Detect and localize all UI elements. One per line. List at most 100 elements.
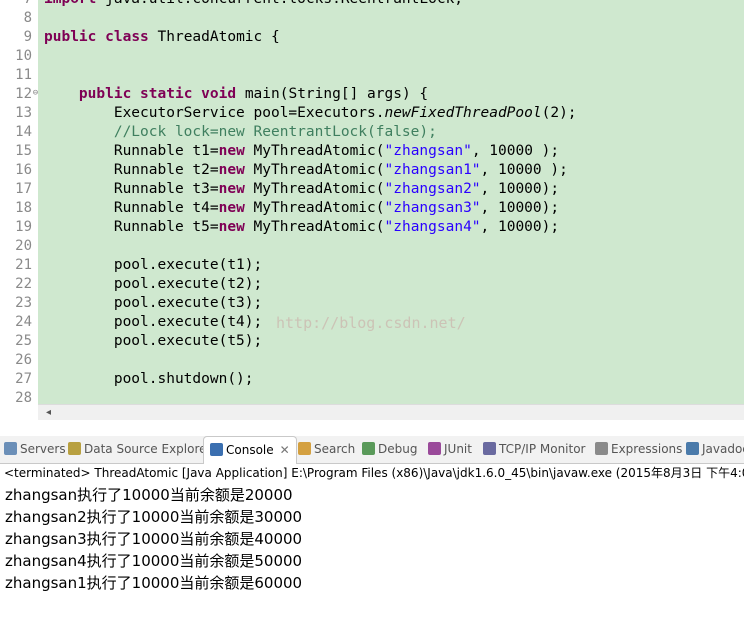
code-line: 28	[0, 389, 744, 404]
code-string: "zhangsan1"	[384, 162, 481, 178]
code-line: 26	[0, 351, 744, 370]
console-output[interactable]: zhangsan执行了10000当前余额是20000 zhangsan2执行了10…	[0, 484, 744, 627]
tab-label: TCP/IP Monitor	[499, 442, 586, 456]
code-text: ExecutorService pool=Executors.newFixedT…	[44, 104, 577, 123]
tab-servers[interactable]: Servers	[4, 436, 66, 463]
code-text: pool.execute(t4);	[44, 313, 262, 332]
line-number: 26	[15, 352, 32, 368]
line-number: 17	[15, 181, 32, 197]
code-text: public static void main(String[] args) {	[44, 85, 428, 104]
code-token: ThreadAtomic {	[148, 29, 280, 45]
line-number: 16	[15, 162, 32, 178]
javadoc-icon	[686, 442, 699, 455]
code-text: public class ThreadAtomic {	[44, 28, 280, 47]
code-line: 12 ⊖ public static void main(String[] arg…	[0, 85, 744, 104]
console-output-line: zhangsan2执行了10000当前余额是30000	[5, 508, 303, 526]
tab-data-source-explorer[interactable]: Data Source Explorer	[68, 436, 211, 463]
code-token: pool.shutdown();	[44, 371, 254, 387]
tab-tcp-ip-monitor[interactable]: TCP/IP Monitor	[483, 436, 586, 463]
fold-collapse-icon[interactable]: ⊖	[31, 89, 40, 98]
code-token: MyThreadAtomic(	[244, 219, 385, 235]
code-editor[interactable]: 7 import java.util.concurrent.locks.Reent…	[0, 0, 744, 404]
code-token: , 10000 );	[480, 162, 568, 178]
tab-label: Servers	[20, 442, 66, 456]
code-keyword: import	[44, 0, 105, 7]
code-line: 8	[0, 9, 744, 28]
code-line: 23 pool.execute(t3);	[0, 294, 744, 313]
code-token: , 10000 );	[471, 143, 560, 159]
tab-junit[interactable]: JUnit	[428, 436, 472, 463]
code-text: pool.execute(t2);	[44, 275, 262, 294]
code-token: pool.execute(t2);	[44, 276, 263, 292]
line-number: 23	[15, 295, 32, 311]
tab-label: Javadoc	[702, 442, 744, 456]
code-line: 27 pool.shutdown();	[0, 370, 744, 389]
code-token: , 10000);	[480, 200, 560, 216]
tab-debug[interactable]: Debug	[362, 436, 417, 463]
code-line: 22 pool.execute(t2);	[0, 275, 744, 294]
code-token: pool.execute(t1);	[44, 257, 263, 273]
code-line: 7 import java.util.concurrent.locks.Reent…	[0, 0, 744, 9]
line-number: 13	[15, 105, 32, 121]
code-line: 18 Runnable t4=new MyThreadAtomic("zhang…	[0, 199, 744, 218]
code-text: Runnable t3=new MyThreadAtomic("zhangsan…	[44, 180, 559, 199]
tab-console[interactable]: Console ✕	[203, 436, 297, 464]
line-number: 20	[15, 238, 32, 254]
code-token: pool.execute(t3);	[44, 295, 263, 311]
code-token: pool.execute(t5);	[44, 333, 263, 349]
tab-search[interactable]: Search	[298, 436, 355, 463]
code-token: Runnable t5=	[44, 219, 219, 235]
code-line: 16 Runnable t2=new MyThreadAtomic("zhang…	[0, 161, 744, 180]
horizontal-scrollbar[interactable]: ◂	[38, 404, 744, 421]
line-number: 12	[15, 86, 32, 102]
expressions-icon	[595, 442, 608, 455]
code-token: , 10000);	[480, 181, 560, 197]
code-string: "zhangsan2"	[384, 181, 481, 197]
code-text: pool.execute(t3);	[44, 294, 262, 313]
line-number: 21	[15, 257, 32, 273]
code-token: MyThreadAtomic(	[244, 162, 385, 178]
code-keyword: new	[218, 143, 245, 159]
code-comment: //Lock lock=new ReentrantLock(false);	[113, 124, 437, 140]
close-icon[interactable]: ✕	[280, 443, 290, 457]
code-text: pool.execute(t5);	[44, 332, 262, 351]
code-text: Runnable t1=new MyThreadAtomic("zhangsan…	[44, 142, 559, 161]
code-token: MyThreadAtomic(	[244, 143, 385, 159]
console-output-line: zhangsan3执行了10000当前余额是40000	[5, 530, 303, 548]
line-number: 22	[15, 276, 32, 292]
console-output-line: zhangsan执行了10000当前余额是20000	[5, 486, 293, 504]
code-token: (2);	[541, 105, 577, 121]
code-line: 17 Runnable t3=new MyThreadAtomic("zhang…	[0, 180, 744, 199]
code-keyword: public	[44, 29, 97, 45]
code-token: java.util.concurrent.locks.ReentrantLock…	[105, 0, 463, 7]
code-keyword: new	[218, 181, 245, 197]
code-token: ExecutorService pool=Executors.	[44, 105, 385, 121]
code-keyword: static	[140, 86, 193, 102]
tab-expressions[interactable]: Expressions	[595, 436, 682, 463]
code-text: Runnable t2=new MyThreadAtomic("zhangsan…	[44, 161, 568, 180]
panel-separator	[0, 420, 744, 436]
line-number: 8	[23, 10, 32, 26]
code-line: 10	[0, 47, 744, 66]
code-token: main(String[] args) {	[236, 86, 429, 102]
tab-label: Expressions	[611, 442, 683, 456]
line-number: 28	[15, 390, 32, 404]
code-text: import java.util.concurrent.locks.Reentr…	[44, 0, 463, 9]
code-keyword: new	[218, 162, 245, 178]
code-string: "zhangsan4"	[384, 219, 481, 235]
tab-label: Debug	[378, 442, 418, 456]
scroll-left-arrow-icon[interactable]: ◂	[46, 407, 51, 418]
line-number: 27	[15, 371, 32, 387]
code-token: newFixedThreadPool	[384, 105, 542, 121]
line-number: 10	[15, 48, 32, 64]
tab-javadoc[interactable]: Javadoc	[686, 436, 744, 463]
code-line: 19 Runnable t5=new MyThreadAtomic("zhang…	[0, 218, 744, 237]
code-token: pool.execute(t4);	[44, 314, 263, 330]
code-keyword: class	[105, 29, 149, 45]
code-text: //Lock lock=new ReentrantLock(false);	[44, 123, 437, 142]
